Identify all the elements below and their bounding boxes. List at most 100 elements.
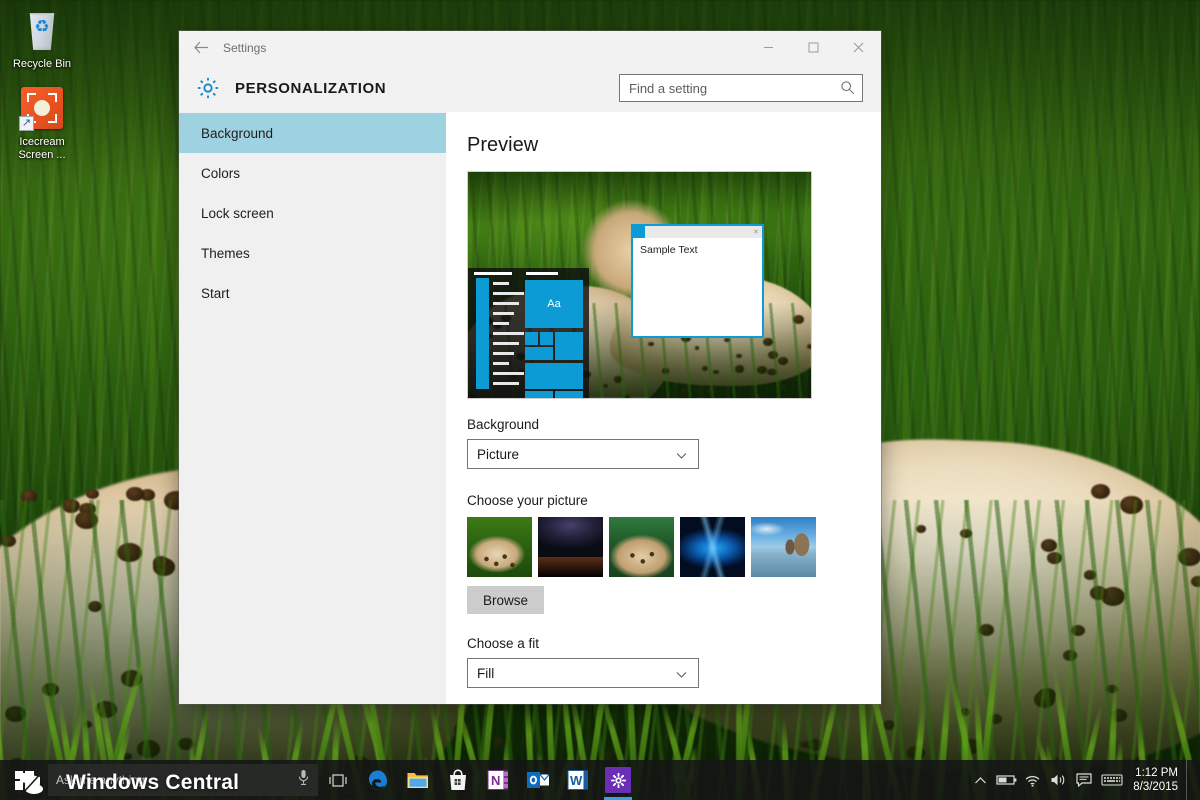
microphone-icon[interactable]	[297, 769, 310, 791]
search-box[interactable]	[619, 74, 863, 102]
preview-start-menu: Aa	[468, 268, 589, 398]
taskbar-app-word[interactable]: W	[558, 760, 598, 800]
desktop-icon-label: Icecream Screen ...	[18, 136, 66, 161]
edge-icon	[369, 770, 387, 790]
background-type-dropdown[interactable]: Picture	[467, 439, 699, 469]
picture-thumbnail-windows-10-hero[interactable]	[680, 517, 745, 577]
chevron-down-icon	[676, 672, 687, 678]
battery-button[interactable]	[993, 760, 1019, 800]
word-icon: W	[567, 770, 588, 790]
sidebar-item-start[interactable]: Start	[179, 273, 446, 313]
choose-picture-label: Choose your picture	[467, 493, 588, 508]
maximize-button[interactable]	[791, 31, 836, 64]
preview-aa-tile: Aa	[525, 280, 583, 328]
window-controls	[746, 31, 881, 64]
taskbar-app-microsoft-store[interactable]	[438, 760, 478, 800]
taskbar: Ask me anything N W 1:12 PM 8/3/2015	[0, 760, 1200, 800]
svg-text:N: N	[491, 773, 500, 788]
show-desktop-button[interactable]	[1186, 760, 1194, 800]
clock-date: 8/3/2015	[1133, 781, 1178, 793]
settings-content: Preview Aa ✕ Sample Text Background Pict…	[446, 112, 881, 704]
battery-icon	[996, 775, 1017, 785]
action-center-icon	[1076, 773, 1092, 787]
onenote-icon: N	[487, 770, 508, 790]
sidebar-item-lock-screen[interactable]: Lock screen	[179, 193, 446, 233]
desktop-icon-recycle-bin[interactable]: Recycle Bin	[4, 6, 80, 71]
window-title: Settings	[223, 40, 267, 55]
icecream-screen-recorder-icon: ↗	[4, 84, 80, 132]
touch-keyboard-button[interactable]	[1097, 760, 1127, 800]
action-center-button[interactable]	[1071, 760, 1097, 800]
desktop: Recycle Bin ↗ Icecream Screen ... Settin…	[0, 0, 1200, 800]
recycle-bin-icon	[4, 6, 80, 54]
picture-thumbnail-night-sky-milky-way[interactable]	[538, 517, 603, 577]
search-icon	[841, 81, 855, 95]
sidebar-item-background[interactable]: Background	[179, 113, 446, 153]
svg-text:W: W	[570, 773, 583, 788]
system-tray: 1:12 PM 8/3/2015	[967, 760, 1200, 800]
taskbar-app-outlook[interactable]	[518, 760, 558, 800]
taskbar-app-onenote[interactable]: N	[478, 760, 518, 800]
keyboard-icon	[1101, 774, 1123, 786]
store-icon	[450, 769, 466, 790]
preview-heading: Preview	[467, 134, 539, 156]
preview-window-app-icon	[633, 226, 645, 238]
preview-window-close-icon: ✕	[753, 228, 759, 236]
picture-thumbnail-list	[467, 517, 881, 577]
volume-icon	[1051, 774, 1064, 786]
back-arrow-glyph	[193, 41, 208, 54]
volume-button[interactable]	[1045, 760, 1071, 800]
preview-sample-window: ✕ Sample Text	[631, 224, 764, 338]
taskbar-clock[interactable]: 1:12 PM 8/3/2015	[1127, 766, 1186, 794]
sidebar-item-label: Start	[201, 285, 230, 301]
start-button[interactable]	[0, 760, 48, 800]
show-hidden-icons-button[interactable]	[967, 760, 993, 800]
sidebar-item-label: Background	[201, 125, 274, 141]
settings-header: PERSONALIZATION	[179, 64, 881, 112]
picture-thumbnail-beach-rock-arch[interactable]	[751, 517, 816, 577]
minimize-button[interactable]	[746, 31, 791, 64]
fit-dropdown[interactable]: Fill	[467, 658, 699, 688]
settings-window: Settings PERSONALIZATION Find a setting …	[179, 31, 881, 704]
search-input[interactable]	[619, 74, 863, 102]
gear-icon	[197, 77, 219, 99]
preview-sample-titlebar: ✕	[633, 226, 762, 238]
back-arrow-icon[interactable]	[179, 31, 223, 64]
fit-value: Fill	[477, 665, 495, 681]
clock-time: 1:12 PM	[1135, 767, 1178, 779]
settings-sidebar: Background Colors Lock screen Themes Sta…	[179, 112, 446, 704]
task-view-button[interactable]	[318, 760, 358, 800]
browse-button[interactable]: Browse	[467, 586, 544, 614]
page-title: PERSONALIZATION	[235, 79, 387, 97]
chevron-up-icon	[974, 776, 986, 783]
windows-logo-icon	[14, 770, 34, 790]
close-button[interactable]	[836, 31, 881, 64]
desktop-icon-label: Recycle Bin	[12, 58, 72, 70]
file-explorer-icon	[407, 773, 428, 788]
taskbar-app-settings[interactable]	[598, 760, 638, 800]
preview-sample-text: Sample Text	[640, 244, 698, 256]
wifi-icon	[1025, 775, 1040, 787]
sidebar-item-label: Lock screen	[201, 205, 274, 221]
desktop-icon-icecream-screen-recorder[interactable]: ↗ Icecream Screen ...	[4, 84, 80, 162]
wallpaper-preview: Aa ✕ Sample Text	[467, 171, 812, 399]
sidebar-item-colors[interactable]: Colors	[179, 153, 446, 193]
picture-thumbnail-leopard-on-rock[interactable]	[609, 517, 674, 577]
taskbar-search-placeholder: Ask me anything	[56, 773, 145, 787]
picture-thumbnail-cheetah-in-grass[interactable]	[467, 517, 532, 577]
gear-icon	[610, 772, 626, 788]
taskbar-app-file-explorer[interactable]	[398, 760, 438, 800]
wifi-button[interactable]	[1019, 760, 1045, 800]
window-titlebar: Settings	[179, 31, 881, 64]
choose-fit-label: Choose a fit	[467, 636, 540, 651]
sidebar-item-label: Colors	[201, 165, 241, 181]
task-view-icon	[329, 773, 347, 787]
chevron-down-icon	[676, 453, 687, 459]
taskbar-search-box[interactable]: Ask me anything	[48, 764, 318, 796]
sidebar-item-label: Themes	[201, 245, 250, 261]
outlook-icon	[527, 772, 550, 788]
background-type-value: Picture	[477, 446, 520, 462]
background-label: Background	[467, 417, 540, 432]
sidebar-item-themes[interactable]: Themes	[179, 233, 446, 273]
taskbar-app-microsoft-edge[interactable]	[358, 760, 398, 800]
